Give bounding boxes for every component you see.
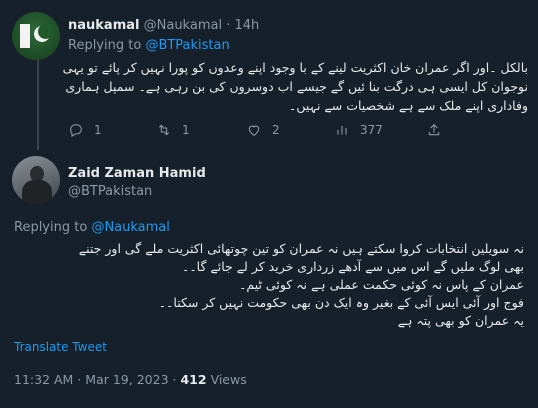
separator: · <box>226 18 231 33</box>
share-button[interactable] <box>426 122 442 138</box>
user-handle[interactable]: @BTPakistan <box>68 184 152 199</box>
tweet-meta: 11:32 AM · Mar 19, 2023 · 412 Views <box>14 372 247 387</box>
display-name[interactable]: naukamal <box>68 18 139 33</box>
flag-stripe <box>20 24 30 48</box>
replying-to: Replying to @Naukamal <box>14 220 170 235</box>
timestamp[interactable]: 14h <box>235 18 260 33</box>
thread-line <box>37 58 39 150</box>
display-name[interactable]: Zaid Zaman Hamid <box>68 166 206 181</box>
avatar[interactable] <box>12 156 60 204</box>
views-count: 412 <box>180 372 207 387</box>
reply-button[interactable]: 1 <box>68 122 102 138</box>
action-bar: 1 1 2 377 <box>68 122 508 140</box>
main-tweet: Zaid Zaman Hamid @BTPakistan Replying to… <box>0 150 538 408</box>
reply-icon <box>70 124 82 137</box>
views-label: Views <box>210 372 247 387</box>
reply-tweet[interactable]: naukamal @Naukamal · 14h Replying to @BT… <box>0 0 538 150</box>
translate-tweet-link[interactable]: Translate Tweet <box>14 340 107 354</box>
heart-icon <box>248 125 260 136</box>
tweet-header: naukamal @Naukamal · 14h <box>68 18 259 33</box>
timestamp[interactable]: 11:32 AM <box>14 372 73 387</box>
analytics-icon <box>337 126 347 135</box>
replying-to: Replying to @BTPakistan <box>68 38 230 53</box>
user-handle[interactable]: @Naukamal <box>144 18 222 33</box>
views-button[interactable]: 377 <box>334 122 383 138</box>
mention-link[interactable]: @Naukamal <box>91 220 169 235</box>
retweet-button[interactable]: 1 <box>156 122 190 138</box>
date[interactable]: Mar 19, 2023 <box>85 372 168 387</box>
tweet-text: نہ سویلین انتخابات کروا سکتے ہیں نہ عمرا… <box>78 241 524 328</box>
mention-link[interactable]: @BTPakistan <box>145 38 229 53</box>
like-button[interactable]: 2 <box>246 122 280 138</box>
retweet-icon <box>158 124 170 136</box>
tweet-text: بالکل ۔اور اگر عمران خان اکثریت لینے کے … <box>62 60 528 113</box>
avatar[interactable] <box>12 12 60 60</box>
share-icon <box>428 123 440 136</box>
